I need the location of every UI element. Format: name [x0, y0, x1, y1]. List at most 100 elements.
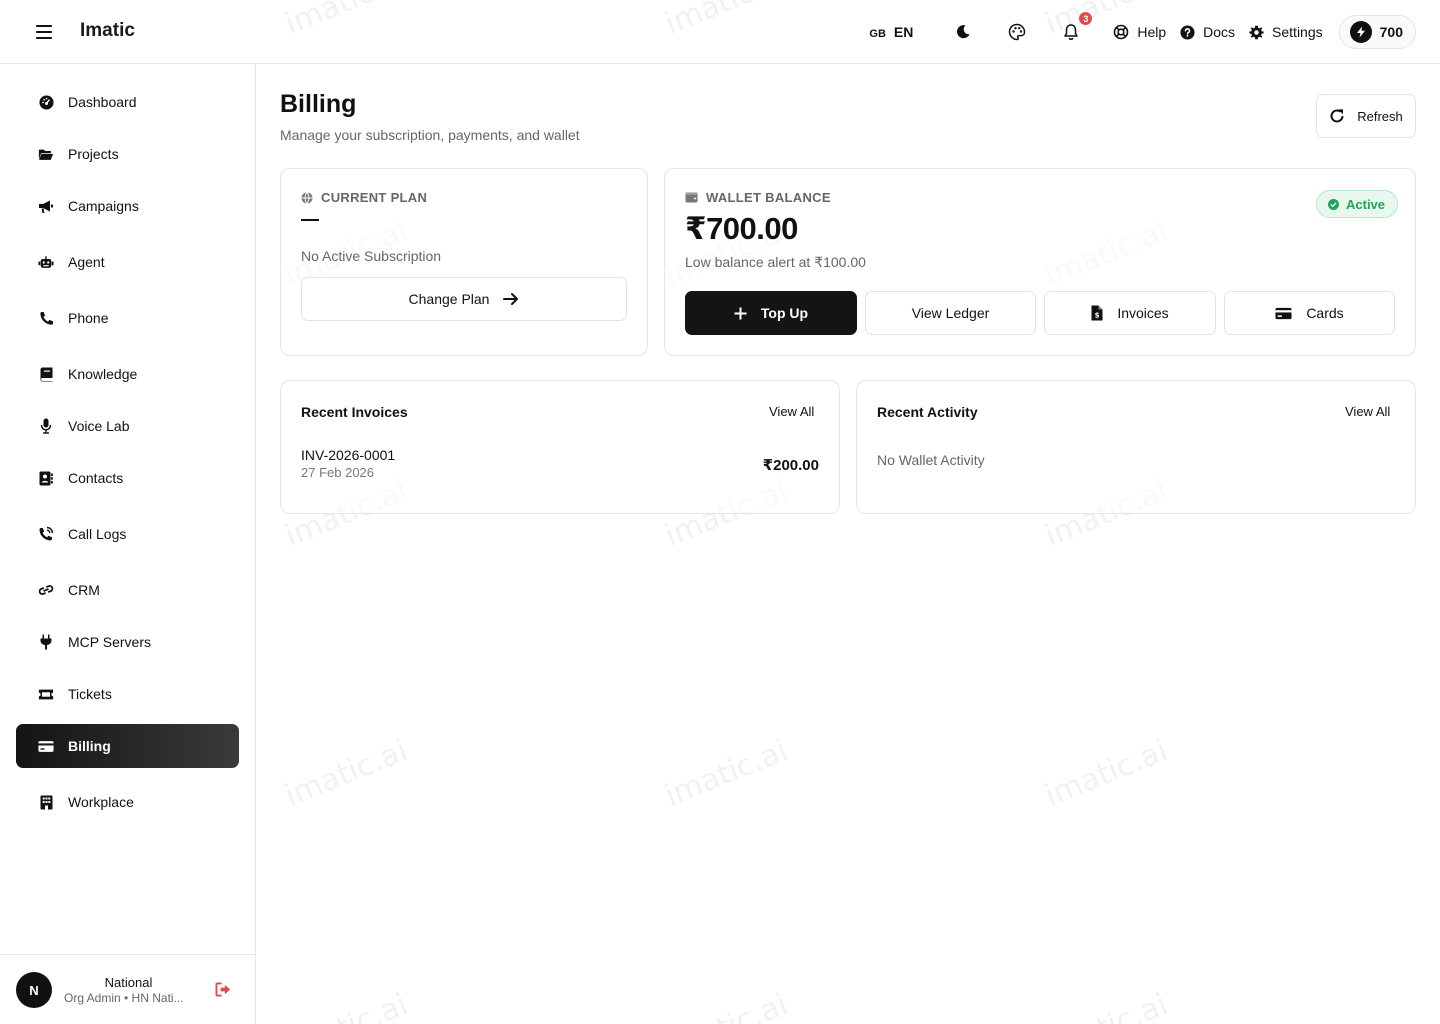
- change-plan-button[interactable]: Change Plan: [301, 277, 627, 321]
- microphone-icon: [38, 418, 54, 434]
- link-icon: [38, 582, 54, 598]
- sidebar-item-label: Contacts: [68, 470, 124, 486]
- sidebar-item-phone[interactable]: Phone: [16, 296, 239, 340]
- help-link[interactable]: Help: [1113, 24, 1166, 40]
- sidebar-item-projects[interactable]: Projects: [16, 132, 239, 176]
- sidebar-item-label: Dashboard: [68, 94, 137, 110]
- sidebar-item-knowledge[interactable]: Knowledge: [16, 352, 239, 396]
- sidebar-item-call-logs[interactable]: Call Logs: [16, 512, 239, 556]
- gear-icon: [1249, 25, 1264, 39]
- robot-icon: [38, 254, 54, 270]
- plus-icon: [734, 307, 747, 319]
- address-book-icon: [38, 470, 54, 486]
- notifications-button[interactable]: 3: [1059, 11, 1094, 44]
- sidebar-item-voice-lab[interactable]: Voice Lab: [16, 404, 239, 448]
- wallet-balance-card: WALLET BALANCE Active ₹700.00 Low balanc…: [664, 168, 1416, 356]
- recent-activity-card: Recent Activity View All No Wallet Activ…: [856, 380, 1416, 514]
- bell-icon: [1064, 24, 1079, 40]
- flag-icon: GB: [869, 28, 886, 40]
- wallet-icon: [685, 192, 698, 203]
- user-profile: N National Org Admin • HN Nati...: [0, 954, 255, 1024]
- sidebar-item-label: Knowledge: [68, 366, 138, 382]
- invoice-amount: ₹200.00: [762, 457, 819, 474]
- sidebar-item-billing[interactable]: Billing: [16, 724, 239, 768]
- settings-label: Settings: [1272, 24, 1323, 40]
- sidebar-item-label: Phone: [68, 310, 109, 326]
- avatar[interactable]: N: [16, 972, 52, 1008]
- logout-icon[interactable]: [215, 982, 233, 998]
- app-title: Imatic: [80, 20, 135, 41]
- low-balance-alert: Low balance alert at ₹100.00: [685, 254, 866, 270]
- file-invoice-icon: $: [1091, 305, 1103, 321]
- page-title: Billing: [280, 90, 357, 118]
- user-role: Org Admin • HN Nati...: [64, 991, 184, 1005]
- change-plan-label: Change Plan: [408, 291, 490, 307]
- docs-link[interactable]: Docs: [1180, 24, 1235, 40]
- sidebar-item-label: CRM: [68, 582, 100, 598]
- docs-label: Docs: [1203, 24, 1236, 40]
- user-name: National: [104, 975, 153, 990]
- folder-icon: [38, 146, 54, 162]
- svg-text:$: $: [1095, 312, 1100, 320]
- sidebar-item-label: Tickets: [68, 686, 112, 702]
- check-circle-icon: [1328, 198, 1339, 210]
- lifebuoy-icon: [1114, 24, 1129, 40]
- megaphone-icon: [38, 198, 54, 214]
- sidebar-item-tickets[interactable]: Tickets: [16, 672, 239, 716]
- wallet-balance-amount: ₹700.00: [685, 211, 798, 246]
- theme-button[interactable]: [1005, 20, 1029, 44]
- arrow-right-icon: [503, 293, 519, 305]
- recent-activity-title: Recent Activity: [877, 404, 978, 420]
- language-selector[interactable]: GB EN: [869, 24, 913, 40]
- credits-pill[interactable]: 700: [1338, 15, 1416, 49]
- view-ledger-button[interactable]: View Ledger: [865, 291, 1036, 335]
- help-label: Help: [1137, 24, 1167, 40]
- sidebar-item-mcp-servers[interactable]: MCP Servers: [16, 620, 239, 664]
- invoices-button[interactable]: $ Invoices: [1044, 291, 1216, 335]
- header-actions: GB EN 3 Help Docs Settings 700: [869, 0, 1416, 64]
- notification-count-badge: 3: [1078, 11, 1094, 26]
- invoices-view-all-link[interactable]: View All: [769, 404, 814, 419]
- sidebar-item-campaigns[interactable]: Campaigns: [16, 184, 239, 228]
- dark-mode-toggle[interactable]: [951, 20, 975, 44]
- recent-invoices-title: Recent Invoices: [301, 404, 408, 420]
- sidebar-item-crm[interactable]: CRM: [16, 568, 239, 612]
- hamburger-menu-icon[interactable]: [34, 22, 54, 42]
- plug-icon: [38, 634, 54, 650]
- refresh-icon: [1330, 109, 1344, 123]
- sidebar-item-label: Projects: [68, 146, 119, 162]
- activity-view-all-link[interactable]: View All: [1345, 404, 1390, 419]
- main-content: Billing Manage your subscription, paymen…: [256, 64, 1440, 1024]
- cards-button[interactable]: Cards: [1224, 291, 1395, 335]
- subscription-status: No Active Subscription: [301, 248, 442, 264]
- phone-icon: [38, 310, 54, 326]
- sidebar-item-contacts[interactable]: Contacts: [16, 456, 239, 500]
- ticket-icon: [38, 686, 54, 702]
- question-circle-icon: [1180, 24, 1195, 40]
- refresh-label: Refresh: [1357, 108, 1403, 124]
- language-code: EN: [893, 24, 914, 40]
- credit-card-icon: [38, 738, 54, 754]
- moon-icon: [957, 25, 970, 39]
- credit-card-icon: [1275, 307, 1292, 319]
- sidebar-item-label: Workplace: [68, 794, 134, 810]
- invoice-row[interactable]: INV-2026-0001 27 Feb 2026 ₹200.00: [301, 447, 819, 483]
- building-icon: [38, 794, 54, 810]
- sidebar-item-label: Call Logs: [68, 526, 127, 542]
- top-bar: Imatic GB EN 3 Help Docs Settings 700: [0, 0, 1440, 64]
- refresh-button[interactable]: Refresh: [1316, 94, 1416, 138]
- settings-link[interactable]: Settings: [1249, 24, 1323, 40]
- sidebar-item-label: Voice Lab: [68, 418, 130, 434]
- wallet-status-badge: Active: [1316, 190, 1399, 218]
- sidebar-item-dashboard[interactable]: Dashboard: [16, 80, 239, 124]
- current-plan-card: CURRENT PLAN No Active Subscription Chan…: [280, 168, 648, 356]
- plan-name: [301, 219, 319, 221]
- recent-invoices-card: Recent Invoices View All INV-2026-0001 2…: [280, 380, 840, 514]
- current-plan-label: CURRENT PLAN: [301, 190, 427, 205]
- sidebar-item-workplace[interactable]: Workplace: [16, 780, 239, 824]
- top-up-button[interactable]: Top Up: [685, 291, 857, 335]
- sidebar-item-label: Billing: [68, 738, 111, 754]
- dashboard-icon: [38, 94, 54, 110]
- lightning-icon: [1349, 21, 1372, 43]
- sidebar-item-agent[interactable]: Agent: [16, 240, 239, 284]
